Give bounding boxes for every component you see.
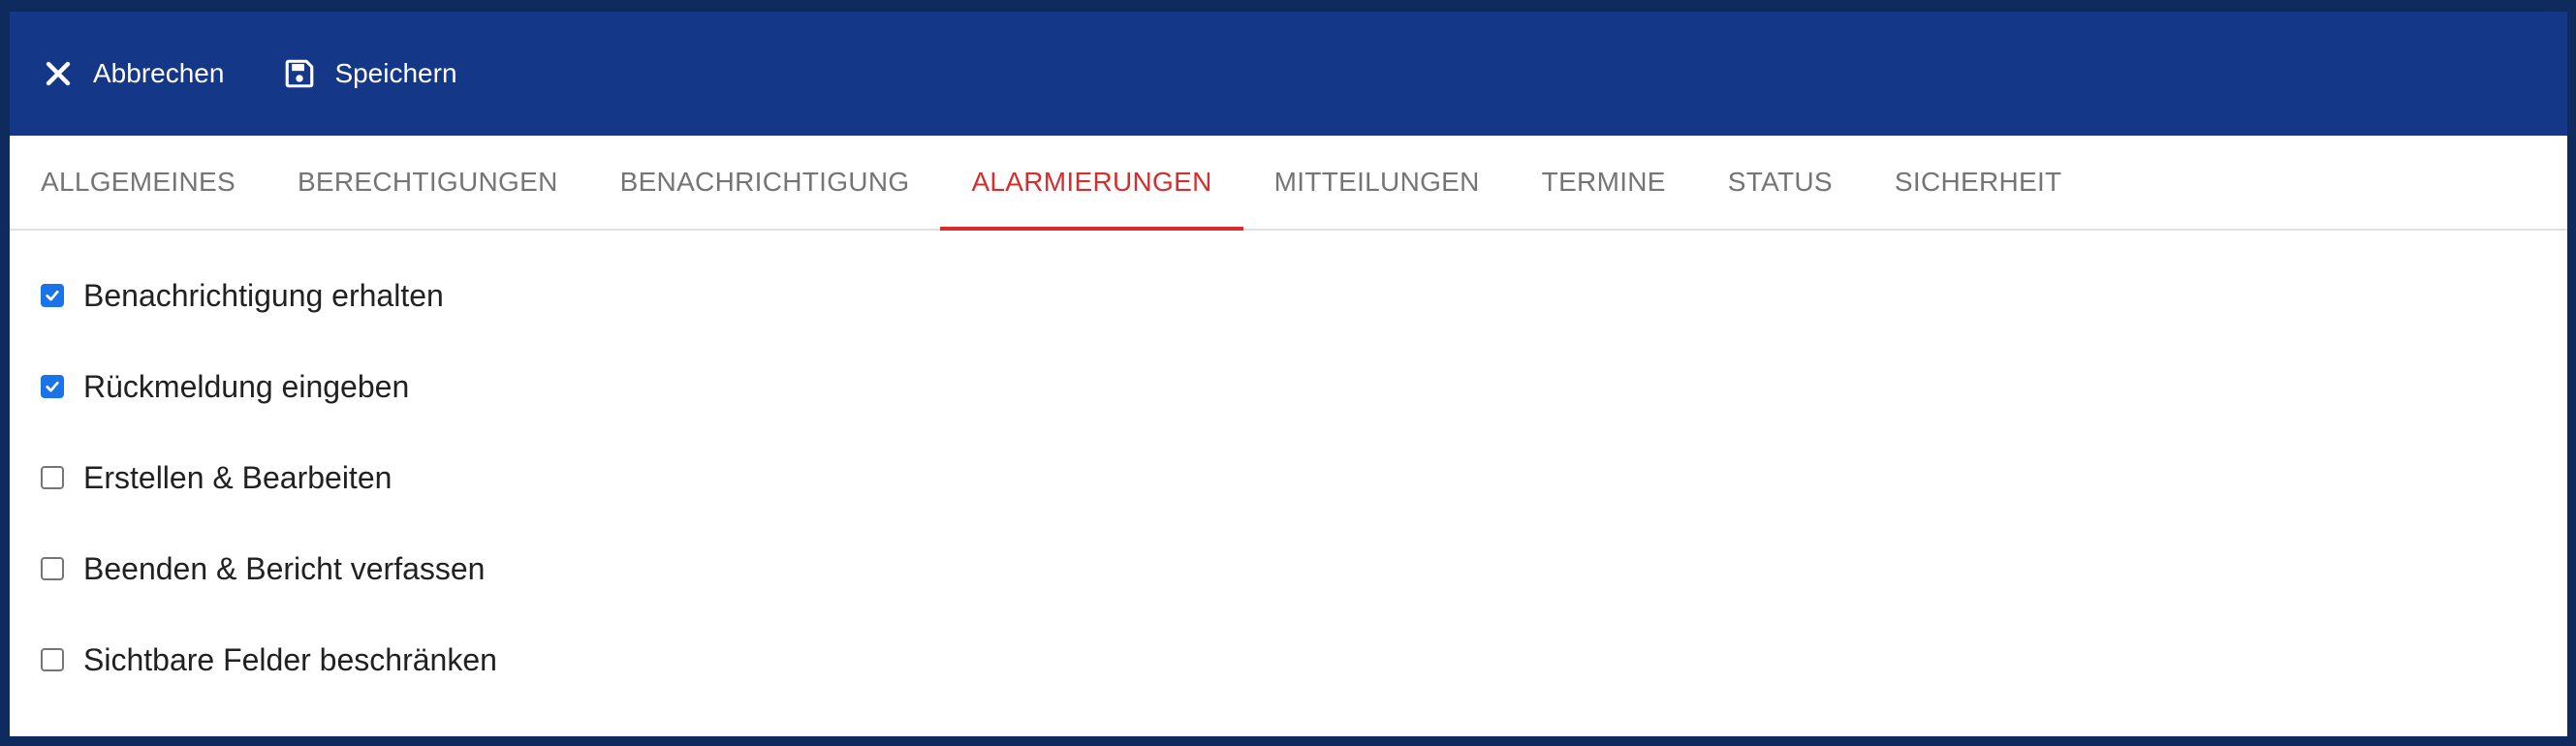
checkbox-row-finish-report[interactable]: Beenden & Bericht verfassen: [10, 523, 2567, 614]
checkbox-row-create-edit[interactable]: Erstellen & Bearbeiten: [10, 432, 2567, 523]
floppy-disk-icon: [280, 54, 319, 93]
save-button-label: Speichern: [334, 58, 457, 88]
tab-berechtigungen[interactable]: BERECHTIGUNGEN: [267, 136, 589, 229]
tab-sicherheit[interactable]: SICHERHEIT: [1864, 136, 2093, 229]
checkbox-row-receive-notification[interactable]: Benachrichtigung erhalten: [10, 250, 2567, 341]
tab-status[interactable]: STATUS: [1697, 136, 1864, 229]
checkbox[interactable]: [41, 284, 64, 307]
checkbox-row-restrict-fields[interactable]: Sichtbare Felder beschränken: [10, 614, 2567, 705]
checkbox-row-enter-response[interactable]: Rückmeldung eingeben: [10, 341, 2567, 432]
checkbox[interactable]: [41, 466, 64, 489]
tab-termine[interactable]: TERMINE: [1511, 136, 1697, 229]
alarm-permissions-list: Benachrichtigung erhalten Rückmeldung ei…: [10, 231, 2567, 705]
checkbox-label: Benachrichtigung erhalten: [83, 277, 444, 313]
checkbox-label: Erstellen & Bearbeiten: [83, 459, 393, 495]
tab-allgemeines[interactable]: ALLGEMEINES: [10, 136, 267, 229]
checkbox[interactable]: [41, 557, 64, 580]
tab-bar: ALLGEMEINES BERECHTIGUNGEN BENACHRICHTIG…: [10, 136, 2567, 231]
cancel-button-label: Abbrechen: [93, 58, 225, 88]
dialog-toolbar: Abbrechen Speichern: [10, 12, 2567, 136]
close-icon: [39, 54, 78, 93]
tab-alarmierungen[interactable]: ALARMIERUNGEN: [940, 136, 1243, 231]
checkbox[interactable]: [41, 375, 64, 398]
permissions-dialog: Abbrechen Speichern ALLGEMEINES BERECHTI…: [10, 12, 2567, 736]
tab-mitteilungen[interactable]: MITTEILUNGEN: [1243, 136, 1511, 229]
checkbox[interactable]: [41, 648, 64, 671]
checkbox-label: Sichtbare Felder beschränken: [83, 641, 497, 677]
tab-benachrichtigung[interactable]: BENACHRICHTIGUNG: [589, 136, 941, 229]
checkbox-label: Beenden & Bericht verfassen: [83, 550, 486, 586]
checkbox-label: Rückmeldung eingeben: [83, 368, 410, 404]
save-button[interactable]: Speichern: [280, 54, 457, 93]
cancel-button[interactable]: Abbrechen: [39, 54, 224, 93]
